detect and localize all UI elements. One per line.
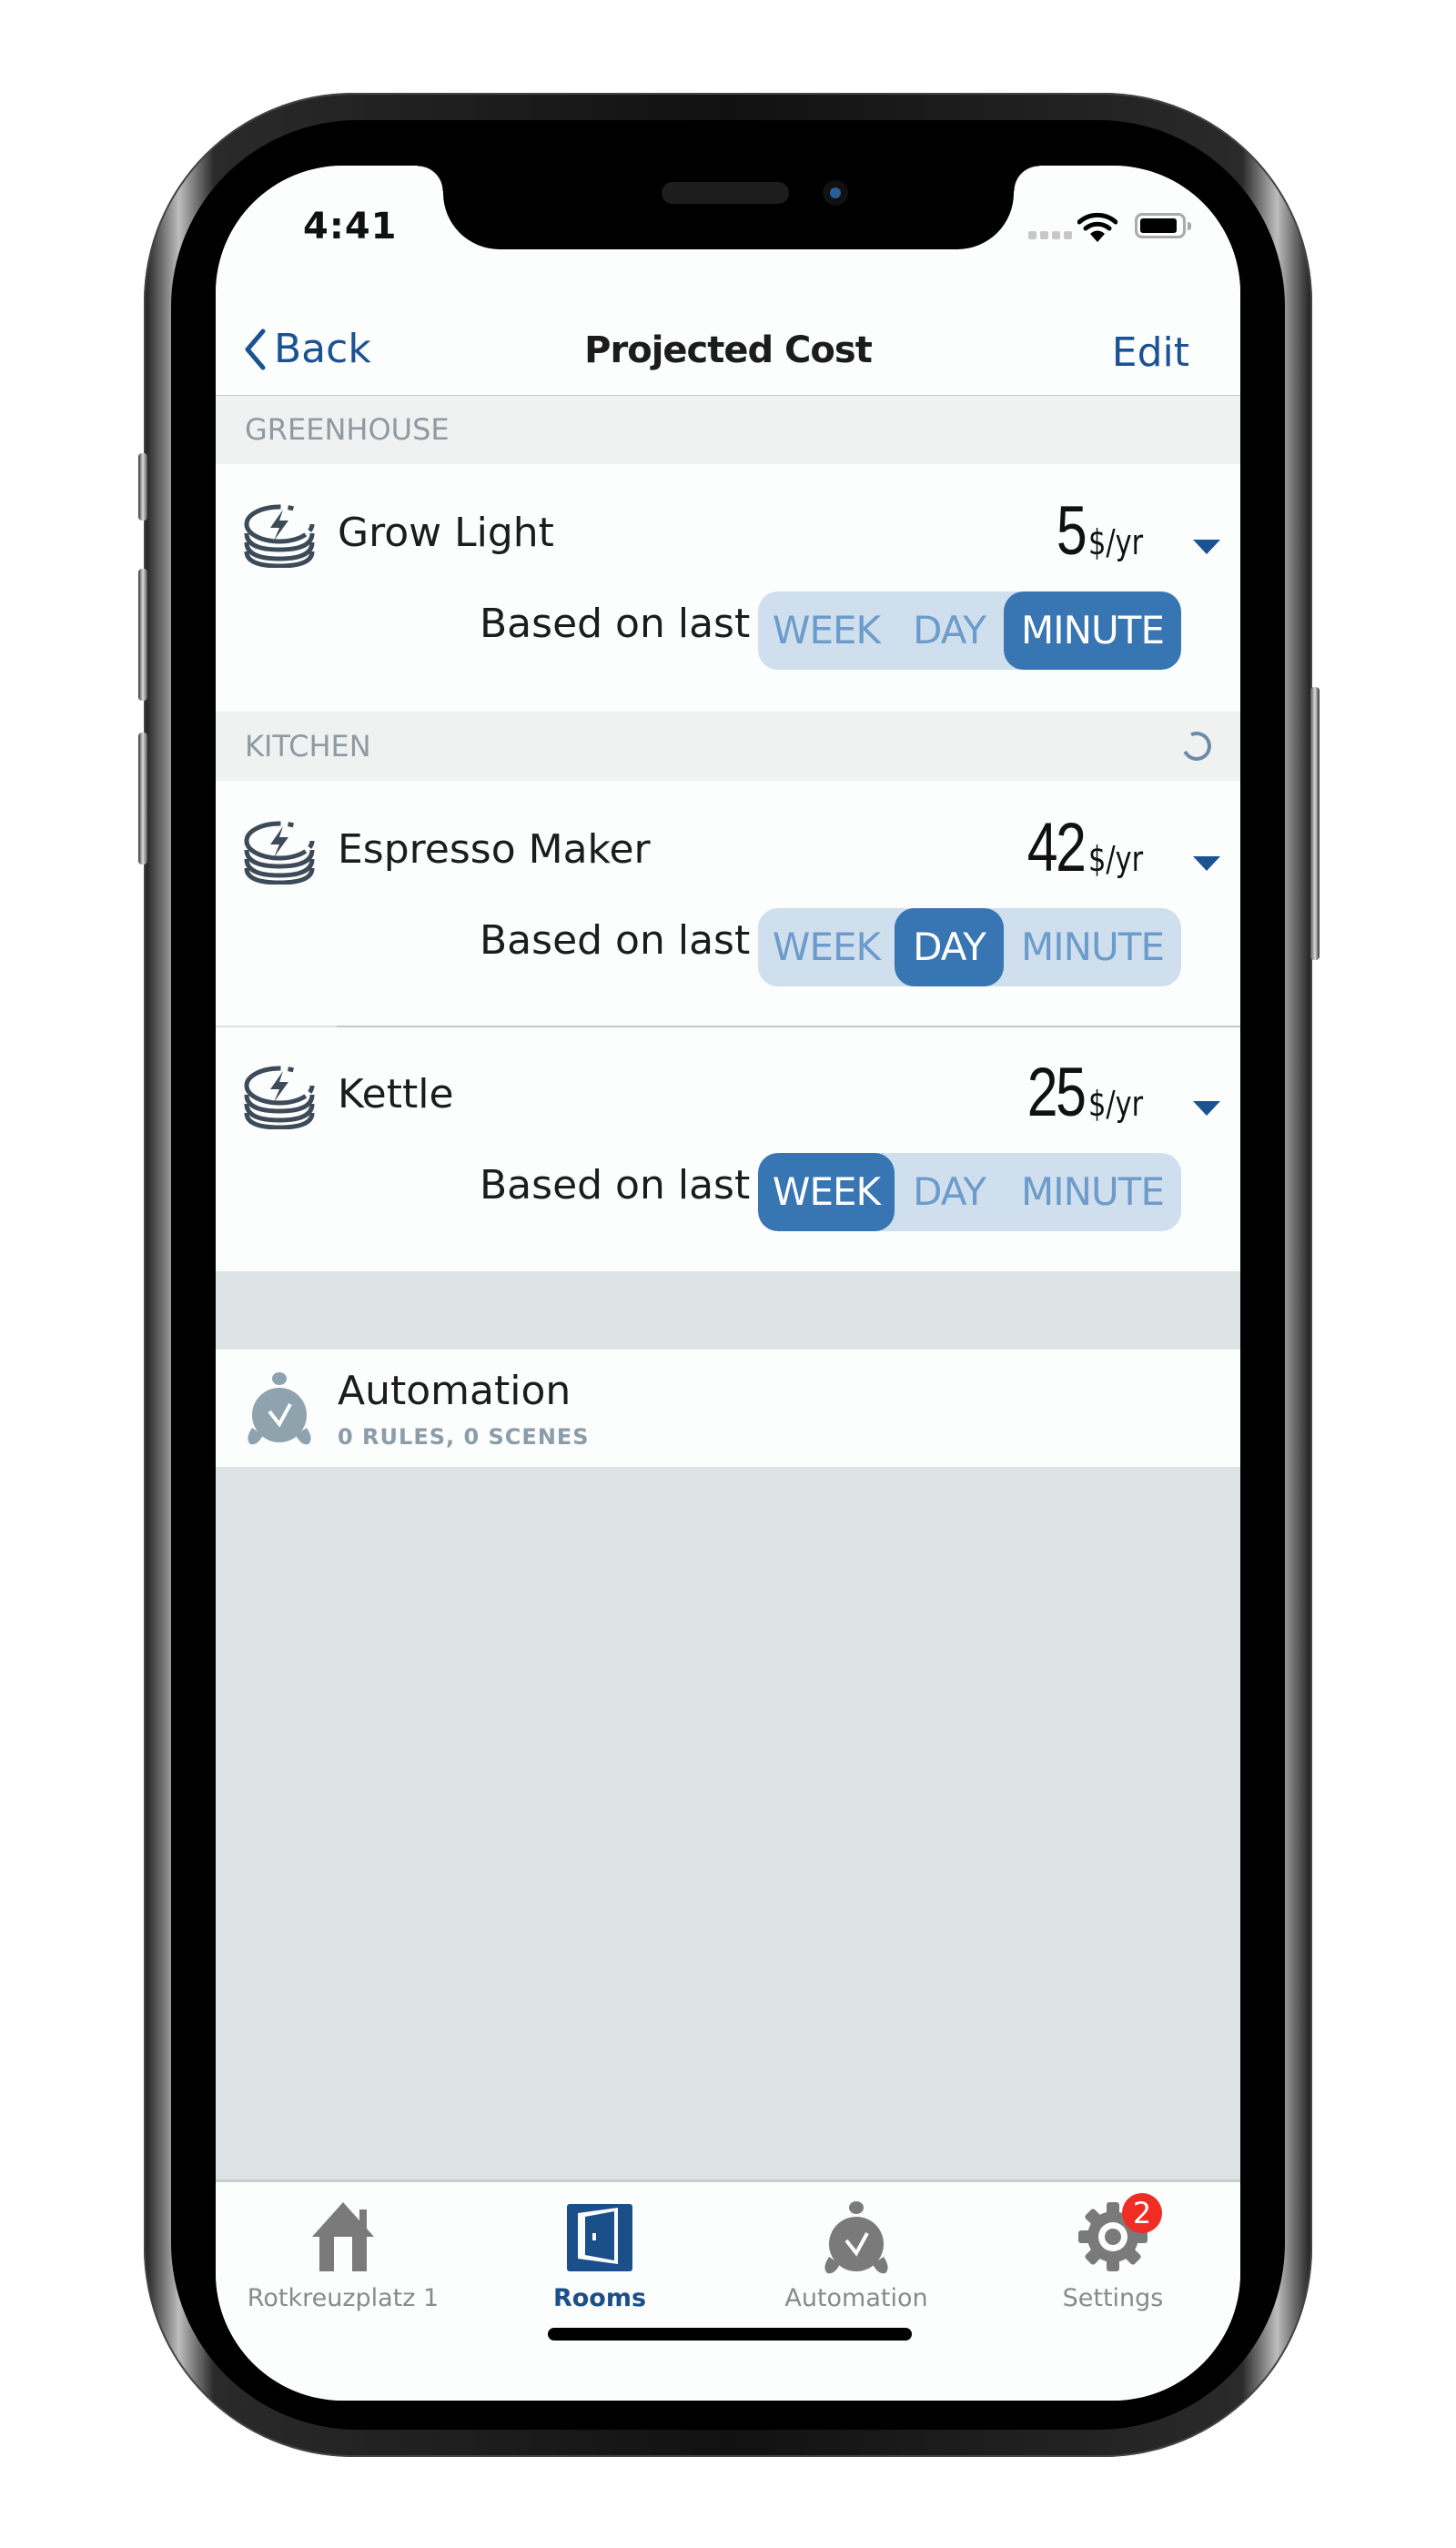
- automation-subtitle: 0 RULES, 0 SCENES: [338, 1424, 590, 1450]
- segment-day[interactable]: DAY: [895, 1153, 1004, 1231]
- automation-title: Automation: [338, 1368, 571, 1414]
- section-header-greenhouse: GREENHOUSE: [216, 396, 1240, 464]
- speaker: [662, 182, 789, 204]
- projected-cost: 42 $/yr: [1013, 808, 1157, 887]
- cost-unit: $/yr: [1087, 839, 1143, 879]
- segment-week[interactable]: WEEK: [758, 1153, 895, 1231]
- power-button: [1310, 687, 1320, 960]
- silent-switch: [138, 453, 147, 521]
- battery-icon: [1135, 213, 1191, 238]
- section-title: GREENHOUSE: [245, 412, 450, 447]
- period-segmented-control: WEEK DAY MINUTE: [758, 908, 1181, 986]
- device-row-grow-light[interactable]: Grow Light 5 $/yr Based on last WEEK DAY…: [216, 464, 1240, 712]
- screen: 4:41 Back Projected Cost Edit GREENHOUSE: [216, 166, 1240, 2401]
- home-indicator[interactable]: [548, 2328, 912, 2341]
- projected-cost: 25 $/yr: [1013, 1053, 1157, 1132]
- segment-minute[interactable]: MINUTE: [1004, 1153, 1181, 1231]
- segment-week[interactable]: WEEK: [758, 908, 895, 986]
- navigation-bar: Back Projected Cost Edit: [216, 302, 1240, 397]
- projected-cost: 5 $/yr: [1049, 491, 1157, 571]
- tab-label: Settings: [1062, 2284, 1164, 2312]
- notification-badge: 2: [1122, 2193, 1162, 2233]
- device-name: Kettle: [338, 1071, 454, 1117]
- cost-value: 42: [1027, 809, 1087, 886]
- alarm-clock-check-icon: [248, 1372, 311, 1445]
- caret-down-icon[interactable]: [1193, 540, 1220, 554]
- cost-unit: $/yr: [1087, 522, 1143, 562]
- front-camera: [823, 180, 848, 206]
- notch: [418, 166, 1039, 249]
- cost-value: 5: [1056, 492, 1087, 570]
- door-icon: [567, 2204, 632, 2271]
- segment-minute[interactable]: MINUTE: [1004, 592, 1181, 670]
- period-segmented-control: WEEK DAY MINUTE: [758, 592, 1181, 670]
- caret-down-icon[interactable]: [1193, 1101, 1220, 1116]
- segment-minute[interactable]: MINUTE: [1004, 908, 1181, 986]
- edit-button[interactable]: Edit: [1112, 329, 1189, 376]
- tab-label: Rotkreuzplatz 1: [247, 2284, 440, 2312]
- based-on-label: Based on last: [480, 601, 751, 647]
- segment-day[interactable]: DAY: [895, 592, 1004, 670]
- alarm-clock-check-icon: [824, 2201, 888, 2274]
- based-on-label: Based on last: [480, 917, 751, 964]
- cost-value: 25: [1027, 1054, 1087, 1131]
- based-on-label: Based on last: [480, 1162, 751, 1208]
- energy-coins-icon: [244, 504, 315, 568]
- caret-down-icon[interactable]: [1193, 856, 1220, 871]
- device-name: Grow Light: [338, 510, 554, 556]
- volume-up-button: [138, 569, 147, 701]
- wifi-icon: [1077, 212, 1117, 242]
- tab-label: Automation: [784, 2284, 928, 2312]
- device-row-kettle[interactable]: Kettle 25 $/yr Based on last WEEK DAY MI…: [216, 1027, 1240, 1271]
- segment-week[interactable]: WEEK: [758, 592, 895, 670]
- house-icon: [312, 2202, 374, 2271]
- section-header-kitchen: KITCHEN: [216, 712, 1240, 781]
- page-title: Projected Cost: [584, 329, 873, 371]
- loading-spinner-icon: [1178, 727, 1216, 765]
- segment-day[interactable]: DAY: [895, 908, 1004, 986]
- cost-unit: $/yr: [1087, 1084, 1143, 1124]
- automation-row[interactable]: Automation 0 RULES, 0 SCENES: [216, 1350, 1240, 1467]
- period-segmented-control: WEEK DAY MINUTE: [758, 1153, 1181, 1231]
- volume-down-button: [138, 733, 147, 864]
- energy-coins-icon: [244, 821, 315, 885]
- energy-coins-icon: [244, 1066, 315, 1129]
- section-title: KITCHEN: [245, 729, 371, 763]
- status-time: 4:41: [303, 206, 398, 248]
- device-name: Espresso Maker: [338, 826, 651, 873]
- cellular-signal-icon: [1028, 231, 1072, 239]
- tab-bar: Rotkreuzplatz 1 Rooms Automation 2 Setti…: [216, 2179, 1240, 2401]
- device-row-espresso-maker[interactable]: Espresso Maker 42 $/yr Based on last WEE…: [216, 781, 1240, 1026]
- tab-label: Rooms: [552, 2284, 647, 2312]
